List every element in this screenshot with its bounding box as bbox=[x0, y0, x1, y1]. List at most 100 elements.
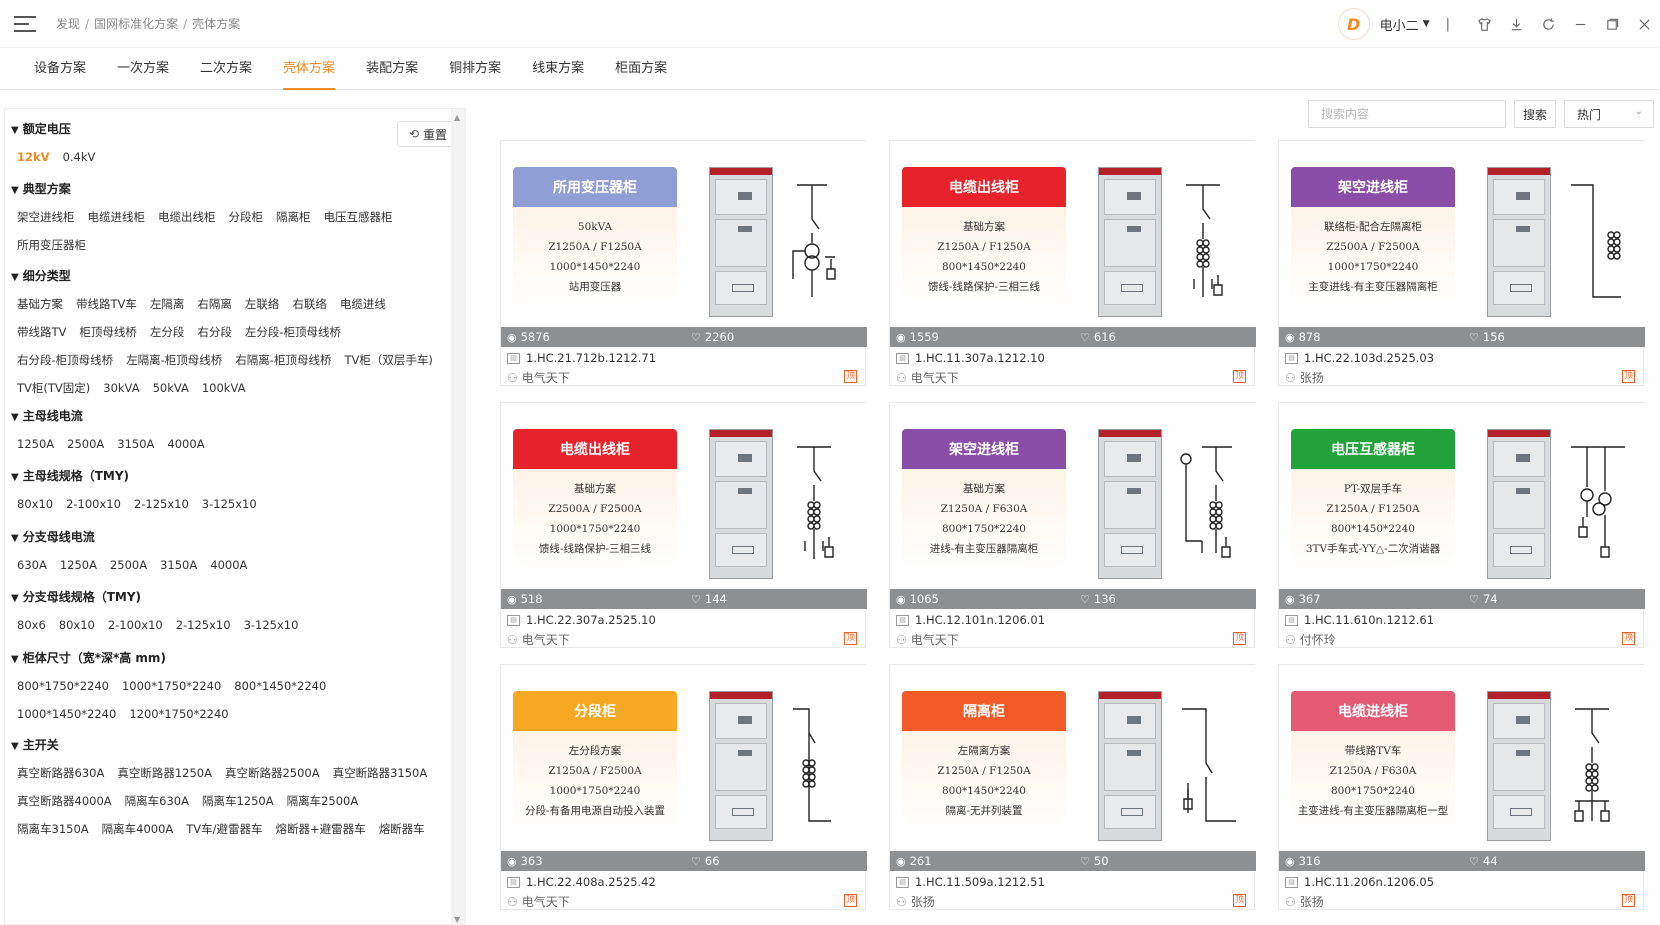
card-thumbnail[interactable]: 分段柜 左分段方案 Z1250A / F2500A 1000*1750*2240 分段-… bbox=[501, 665, 867, 851]
pin-top-icon[interactable]: 顶 bbox=[1233, 632, 1246, 645]
filter-option[interactable]: 2-100x10 bbox=[108, 611, 163, 639]
scroll-up-icon[interactable]: ▲ bbox=[454, 113, 460, 122]
download-icon[interactable] bbox=[1500, 8, 1532, 40]
filter-option[interactable]: 2500A bbox=[110, 551, 147, 579]
like-count[interactable]: ♡ 66 bbox=[691, 854, 720, 868]
filter-option[interactable]: 0.4kV bbox=[63, 143, 96, 171]
like-count[interactable]: ♡ 44 bbox=[1469, 854, 1498, 868]
pin-top-icon[interactable]: 顶 bbox=[844, 894, 857, 907]
filter-option[interactable]: 3150A bbox=[160, 551, 197, 579]
pin-top-icon[interactable]: 顶 bbox=[1233, 370, 1246, 383]
filter-option[interactable]: 右隔离 bbox=[197, 290, 232, 318]
filter-option[interactable]: 2500A bbox=[67, 430, 104, 458]
filter-option[interactable]: 电缆进线 bbox=[340, 290, 386, 318]
tab-secondary[interactable]: 二次方案 bbox=[186, 48, 266, 90]
filter-option[interactable]: 2-125x10 bbox=[134, 490, 189, 518]
filter-option[interactable]: 隔离柜 bbox=[276, 203, 311, 231]
filter-option[interactable]: 2-125x10 bbox=[176, 611, 231, 639]
filter-option[interactable]: 分段柜 bbox=[229, 203, 264, 231]
filter-option[interactable]: 4000A bbox=[210, 551, 247, 579]
filter-option[interactable]: 带线路TV车 bbox=[76, 290, 137, 318]
filter-option[interactable]: TV车/避雷器车 bbox=[186, 815, 262, 843]
filter-option[interactable]: 3-125x10 bbox=[202, 490, 257, 518]
caret-down-icon[interactable]: ▼ bbox=[1423, 19, 1430, 29]
scheme-card[interactable]: 所用变压器柜 50kVA Z1250A / F1250A 1000*1450*2240… bbox=[500, 140, 867, 386]
filter-option[interactable]: 隔离车630A bbox=[125, 787, 189, 815]
filter-option[interactable]: 1250A bbox=[60, 551, 97, 579]
filter-option[interactable]: 架空进线柜 bbox=[17, 203, 75, 231]
breadcrumb-item-discover[interactable]: 发现 bbox=[56, 15, 80, 32]
filter-group-title[interactable]: ▼ 分支母线规格（TMY) bbox=[11, 587, 451, 607]
filter-option[interactable]: 左联络 bbox=[245, 290, 280, 318]
sidebar-scrollbar[interactable]: ▲ ▼ bbox=[451, 109, 465, 925]
filter-option[interactable]: 带线路TV bbox=[17, 318, 66, 346]
scroll-down-icon[interactable]: ▼ bbox=[454, 915, 460, 924]
scheme-card[interactable]: 分段柜 左分段方案 Z1250A / F2500A 1000*1750*2240 分段-… bbox=[500, 664, 867, 910]
filter-option[interactable]: 80x10 bbox=[59, 611, 95, 639]
user-name[interactable]: 电小二 bbox=[1380, 15, 1419, 34]
like-count[interactable]: ♡ 616 bbox=[1080, 330, 1116, 344]
pin-top-icon[interactable]: 顶 bbox=[1622, 894, 1635, 907]
filter-option[interactable]: 100kVA bbox=[202, 374, 246, 402]
filter-option[interactable]: 50kVA bbox=[153, 374, 189, 402]
menu-icon[interactable] bbox=[14, 15, 36, 32]
tab-busbar[interactable]: 铜排方案 bbox=[435, 48, 515, 90]
card-thumbnail[interactable]: 电缆出线柜 基础方案 Z1250A / F1250A 800*1450*2240 馈线-… bbox=[890, 141, 1256, 327]
pin-top-icon[interactable]: 顶 bbox=[1233, 894, 1246, 907]
breadcrumb-item-standard[interactable]: 国网标准化方案 bbox=[94, 15, 178, 32]
search-input[interactable] bbox=[1308, 100, 1506, 128]
filter-option[interactable]: 所用变压器柜 bbox=[17, 231, 86, 259]
like-count[interactable]: ♡ 144 bbox=[691, 592, 727, 606]
tab-assembly[interactable]: 装配方案 bbox=[352, 48, 432, 90]
sort-select[interactable]: 热门 ⌄ bbox=[1564, 100, 1654, 128]
filter-option[interactable]: 800*1450*2240 bbox=[234, 672, 326, 700]
card-thumbnail[interactable]: 隔离柜 左隔离方案 Z1250A / F1250A 800*1450*2240 隔离-无… bbox=[890, 665, 1256, 851]
filter-option[interactable]: 基础方案 bbox=[17, 290, 63, 318]
filter-group-title[interactable]: ▼ 主开关 bbox=[11, 735, 451, 755]
tab-enclosure[interactable]: 壳体方案 bbox=[269, 48, 349, 90]
filter-option[interactable]: 柜顶母线桥 bbox=[79, 318, 137, 346]
tab-equipment[interactable]: 设备方案 bbox=[20, 48, 100, 90]
scheme-card[interactable]: 电缆出线柜 基础方案 Z1250A / F1250A 800*1450*2240 馈线-… bbox=[889, 140, 1256, 386]
filter-option[interactable]: 熔断器+避雷器车 bbox=[276, 815, 366, 843]
filter-option[interactable]: 隔离车3150A bbox=[17, 815, 89, 843]
pin-top-icon[interactable]: 顶 bbox=[1622, 632, 1635, 645]
filter-option[interactable]: TV柜（双层手车) bbox=[344, 346, 432, 374]
pin-top-icon[interactable]: 顶 bbox=[844, 370, 857, 383]
filter-option[interactable]: 30kVA bbox=[103, 374, 139, 402]
filter-option[interactable]: 真空断路器630A bbox=[17, 759, 104, 787]
like-count[interactable]: ♡ 2260 bbox=[691, 330, 734, 344]
filter-option[interactable]: 真空断路器3150A bbox=[333, 759, 428, 787]
maximize-icon[interactable] bbox=[1596, 8, 1628, 40]
pin-top-icon[interactable]: 顶 bbox=[844, 632, 857, 645]
card-thumbnail[interactable]: 架空进线柜 基础方案 Z1250A / F630A 800*1750*2240 进线-有… bbox=[890, 403, 1256, 589]
filter-option[interactable]: 左分段 bbox=[150, 318, 185, 346]
card-thumbnail[interactable]: 电缆进线柜 带线路TV车 Z1250A / F630A 800*1750*2240 主变… bbox=[1279, 665, 1645, 851]
scheme-card[interactable]: 架空进线柜 基础方案 Z1250A / F630A 800*1750*2240 进线-有… bbox=[889, 402, 1256, 648]
filter-option[interactable]: 真空断路器1250A bbox=[117, 759, 212, 787]
shirt-icon[interactable] bbox=[1468, 8, 1500, 40]
card-thumbnail[interactable]: 电缆出线柜 基础方案 Z2500A / F2500A 1000*1750*2240 馈线… bbox=[501, 403, 867, 589]
filter-option[interactable]: 1200*1750*2240 bbox=[129, 700, 228, 728]
filter-option[interactable]: 真空断路器2500A bbox=[225, 759, 320, 787]
filter-group-title[interactable]: ▼ 主母线规格（TMY) bbox=[11, 466, 451, 486]
filter-group-title[interactable]: ▼ 分支母线电流 bbox=[11, 527, 451, 547]
filter-option[interactable]: 电压互感器柜 bbox=[324, 203, 393, 231]
filter-option[interactable]: 12kV bbox=[17, 143, 50, 171]
scheme-card[interactable]: 电压互感器柜 PT-双层手车 Z1250A / F1250A 800*1450*224… bbox=[1278, 402, 1645, 648]
filter-group-title[interactable]: ▼ 额定电压 bbox=[11, 119, 451, 139]
filter-option[interactable]: 1000*1450*2240 bbox=[17, 700, 116, 728]
like-count[interactable]: ♡ 156 bbox=[1469, 330, 1505, 344]
filter-option[interactable]: TV柜(TV固定) bbox=[17, 374, 90, 402]
filter-group-title[interactable]: ▼ 主母线电流 bbox=[11, 406, 451, 426]
filter-option[interactable]: 3-125x10 bbox=[244, 611, 299, 639]
filter-option[interactable]: 3150A bbox=[117, 430, 154, 458]
filter-option[interactable]: 800*1750*2240 bbox=[17, 672, 109, 700]
filter-option[interactable]: 630A bbox=[17, 551, 47, 579]
filter-group-title[interactable]: ▼ 细分类型 bbox=[11, 266, 451, 286]
refresh-icon[interactable] bbox=[1532, 8, 1564, 40]
filter-option[interactable]: 隔离车2500A bbox=[287, 787, 359, 815]
close-icon[interactable] bbox=[1628, 8, 1660, 40]
pin-top-icon[interactable]: 顶 bbox=[1622, 370, 1635, 383]
filter-option[interactable]: 真空断路器4000A bbox=[17, 787, 112, 815]
